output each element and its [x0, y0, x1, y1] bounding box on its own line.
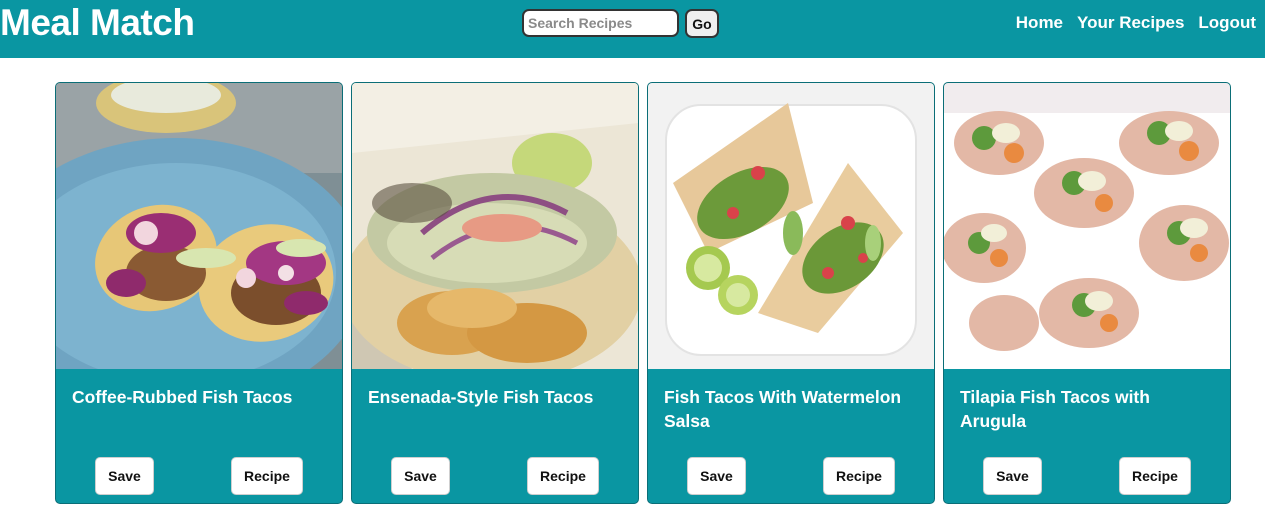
navbar: Meal Match Go Home Your Recipes Logout: [0, 0, 1265, 58]
recipe-image: [352, 83, 638, 369]
recipe-button[interactable]: Recipe: [823, 457, 895, 495]
nav-links: Home Your Recipes Logout: [1016, 13, 1256, 33]
recipe-button[interactable]: Recipe: [527, 457, 599, 495]
recipe-image: [648, 83, 934, 369]
go-button[interactable]: Go: [685, 9, 719, 38]
save-button[interactable]: Save: [391, 457, 450, 495]
nav-your-recipes-link[interactable]: Your Recipes: [1077, 13, 1184, 33]
recipe-title: Tilapia Fish Tacos with Arugula: [960, 387, 1150, 431]
recipe-title: Ensenada-Style Fish Tacos: [368, 387, 594, 407]
recipe-button[interactable]: Recipe: [231, 457, 303, 495]
recipe-card: Tilapia Fish Tacos with Arugula Save Rec…: [943, 82, 1231, 504]
recipe-card: Ensenada-Style Fish Tacos Save Recipe: [351, 82, 639, 504]
recipe-card: Coffee-Rubbed Fish Tacos Save Recipe: [55, 82, 343, 504]
recipe-card: Fish Tacos With Watermelon Salsa Save Re…: [647, 82, 935, 504]
recipe-image: [944, 83, 1230, 369]
recipe-title: Fish Tacos With Watermelon Salsa: [664, 387, 902, 431]
save-button[interactable]: Save: [983, 457, 1042, 495]
nav-logout-link[interactable]: Logout: [1198, 13, 1256, 33]
recipe-image: [56, 83, 342, 369]
brand-logo[interactable]: Meal Match: [0, 2, 195, 44]
recipe-button[interactable]: Recipe: [1119, 457, 1191, 495]
recipe-title: Coffee-Rubbed Fish Tacos: [72, 387, 293, 407]
search-input[interactable]: [522, 9, 679, 37]
nav-home-link[interactable]: Home: [1016, 13, 1063, 33]
save-button[interactable]: Save: [95, 457, 154, 495]
save-button[interactable]: Save: [687, 457, 746, 495]
